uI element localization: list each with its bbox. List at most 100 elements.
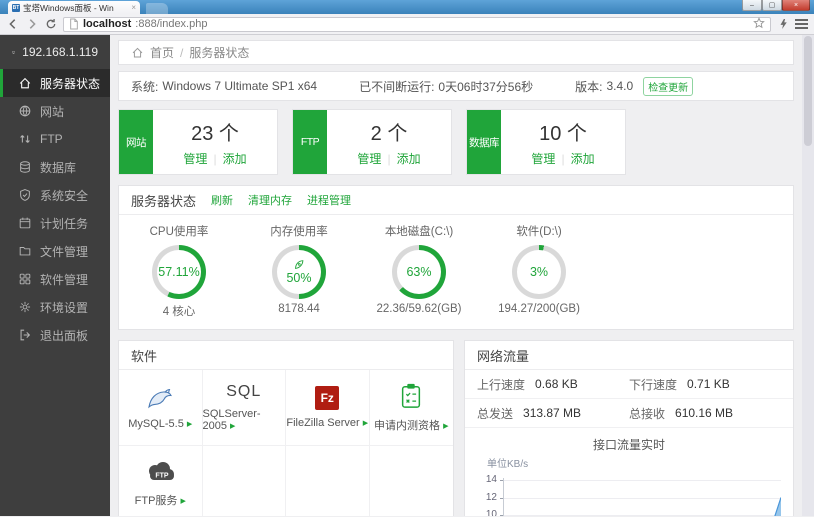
add-website-link[interactable]: 添加 bbox=[223, 152, 247, 166]
window-minimize-button[interactable]: – bbox=[742, 0, 762, 11]
window-close-button[interactable]: × bbox=[782, 0, 810, 11]
window-maximize-button[interactable]: ▢ bbox=[762, 0, 782, 11]
filezilla-icon: Fz bbox=[315, 386, 340, 410]
browser-tab[interactable]: BT 宝塔Windows面板 - Win × bbox=[8, 1, 140, 14]
breadcrumb-home[interactable]: 首页 bbox=[150, 44, 174, 61]
calendar-icon bbox=[19, 217, 31, 229]
rocket-icon bbox=[295, 260, 304, 269]
grid-icon bbox=[19, 273, 31, 285]
main-content: 首页 / 服务器状态 系统: Windows 7 Ultimate SP1 x64… bbox=[110, 35, 802, 516]
manage-websites-link[interactable]: 管理 bbox=[183, 152, 207, 166]
url-host: localhost bbox=[83, 18, 132, 30]
refresh-link[interactable]: 刷新 bbox=[211, 192, 233, 208]
logout-icon bbox=[20, 329, 31, 341]
ftp-transfer-icon bbox=[20, 135, 30, 143]
url-path: :888/index.php bbox=[135, 18, 208, 30]
refresh-icon[interactable] bbox=[44, 17, 58, 31]
tab-close-icon[interactable]: × bbox=[131, 3, 136, 12]
process-manager-link[interactable]: 进程管理 bbox=[307, 192, 351, 208]
sidebar-item-database[interactable]: 数据库 bbox=[0, 153, 110, 181]
sidebar-item-files[interactable]: 文件管理 bbox=[0, 237, 110, 265]
ftp-cloud-icon: FTP bbox=[149, 462, 175, 480]
home-icon bbox=[19, 77, 31, 89]
browser-menu-icon[interactable] bbox=[795, 19, 808, 29]
software-cell-empty bbox=[370, 446, 454, 516]
browser-window: BT 宝塔Windows面板 - Win × – ▢ × localhost:8… bbox=[0, 0, 814, 517]
sql-text-icon: SQL bbox=[226, 383, 262, 400]
mysql-dolphin-icon bbox=[148, 388, 173, 409]
page-icon bbox=[70, 18, 78, 30]
upload-speed: 0.68 KB bbox=[535, 377, 578, 391]
bookmark-star-icon[interactable] bbox=[753, 16, 765, 32]
window-controls: – ▢ × bbox=[742, 0, 810, 11]
sidebar-item-cron[interactable]: 计划任务 bbox=[0, 209, 110, 237]
tab-favicon-bt-icon: BT bbox=[12, 3, 20, 12]
software-item-ftp-service[interactable]: FTP FTP服务 ▶ bbox=[119, 446, 203, 516]
ftp-count: 2 个 bbox=[370, 123, 408, 145]
network-traffic-panel: 网络流量 上行速度 0.68 KB 下行速度 0.71 KB 总发送 313.87 M… bbox=[464, 340, 794, 516]
back-icon[interactable] bbox=[6, 17, 20, 31]
system-info: 系统: Windows 7 Ultimate SP1 x64 bbox=[131, 79, 318, 94]
network-title: 网络流量 bbox=[477, 348, 530, 364]
chart-unit-label: 单位KB/s bbox=[487, 459, 529, 470]
check-update-button[interactable]: 检查更新 bbox=[643, 76, 694, 96]
tab-title: 宝塔Windows面板 - Win bbox=[23, 2, 114, 13]
gauge-disk-d: 软件(D:\) 3% 194.27/200(GB) bbox=[498, 226, 580, 315]
browser-toolbar: localhost:888/index.php bbox=[0, 14, 814, 35]
software-cell-empty bbox=[203, 446, 286, 516]
home-icon bbox=[132, 47, 143, 58]
add-ftp-link[interactable]: 添加 bbox=[397, 152, 421, 166]
software-item-beta[interactable]: 申请内测资格 ▶ bbox=[369, 370, 453, 446]
add-database-link[interactable]: 添加 bbox=[571, 152, 595, 166]
open-arrow-icon: ▶ bbox=[362, 420, 369, 427]
open-arrow-icon: ▶ bbox=[186, 421, 193, 428]
manage-ftp-link[interactable]: 管理 bbox=[357, 152, 381, 166]
manage-database-link[interactable]: 管理 bbox=[531, 152, 555, 166]
card-websites: 网站 23 个 管理 | 添加 bbox=[118, 109, 278, 175]
monitor-icon bbox=[12, 50, 16, 54]
website-count: 23 个 bbox=[191, 123, 239, 145]
software-item-filezilla[interactable]: Fz FileZilla Server ▶ bbox=[286, 370, 370, 446]
address-bar[interactable]: localhost:888/index.php bbox=[63, 16, 771, 32]
server-status-panel: 服务器状态 刷新 清理内存 进程管理 CPU使用率 57.11% 4 核心 内存… bbox=[118, 185, 794, 330]
software-item-mysql[interactable]: MySQL-5.5 ▶ bbox=[119, 370, 203, 446]
breadcrumb: 首页 / 服务器状态 bbox=[118, 40, 794, 65]
sidebar-item-security[interactable]: 系统安全 bbox=[0, 181, 110, 209]
svg-text:FTP: FTP bbox=[156, 473, 170, 480]
version-info: 版本: 3.4.0 检查更新 bbox=[575, 76, 694, 96]
extension-icon[interactable] bbox=[776, 17, 790, 31]
software-title: 软件 bbox=[131, 348, 158, 364]
stat-cards-row: 网站 23 个 管理 | 添加 FTP 2 个 管理 | 添加 数据库 10 个… bbox=[118, 109, 794, 175]
download-speed: 0.71 KB bbox=[687, 377, 730, 391]
system-info-bar: 系统: Windows 7 Ultimate SP1 x64 已不间断运行: 0天0… bbox=[118, 71, 794, 101]
database-icon bbox=[20, 161, 30, 173]
chart-title: 接口流量实时 bbox=[592, 438, 665, 452]
software-item-sqlserver[interactable]: SQL SQLServer-2005 ▶ bbox=[202, 370, 286, 446]
folder-icon bbox=[19, 247, 31, 256]
scrollbar-thumb[interactable] bbox=[804, 36, 812, 146]
sidebar-item-ftp[interactable]: FTP bbox=[0, 125, 110, 153]
shield-icon bbox=[20, 189, 30, 201]
new-tab-button[interactable] bbox=[146, 3, 168, 14]
total-row: 总发送 313.87 MB 总接收 610.16 MB bbox=[465, 399, 793, 428]
browser-titlebar: BT 宝塔Windows面板 - Win × – ▢ × bbox=[0, 0, 814, 14]
sidebar: 192.168.1.119 服务器状态 网站 FTP 数据库 系统安全 计划任务… bbox=[0, 35, 110, 516]
database-count: 10 个 bbox=[539, 123, 587, 145]
sidebar-item-software[interactable]: 软件管理 bbox=[0, 265, 110, 293]
open-arrow-icon: ▶ bbox=[443, 423, 449, 430]
page-scrollbar[interactable] bbox=[802, 35, 814, 516]
speed-row: 上行速度 0.68 KB 下行速度 0.71 KB bbox=[465, 370, 793, 399]
card-tag: 网站 bbox=[119, 110, 153, 174]
clean-memory-link[interactable]: 清理内存 bbox=[248, 192, 292, 208]
sidebar-item-logout[interactable]: 退出面板 bbox=[0, 321, 110, 349]
forward-icon[interactable] bbox=[25, 17, 39, 31]
sidebar-item-settings[interactable]: 环境设置 bbox=[0, 293, 110, 321]
globe-icon bbox=[19, 105, 31, 117]
card-tag: FTP bbox=[293, 110, 327, 174]
gauge-memory: 内存使用率 50% 8178.44 bbox=[270, 226, 328, 315]
server-status-title: 服务器状态 bbox=[131, 193, 197, 209]
sidebar-item-websites[interactable]: 网站 bbox=[0, 97, 110, 125]
server-host: 192.168.1.119 bbox=[0, 35, 110, 69]
software-panel: 软件 MySQL-5.5 ▶ SQL SQLServer-2005 ▶ Fz F… bbox=[118, 340, 454, 516]
sidebar-item-server-status[interactable]: 服务器状态 bbox=[0, 69, 110, 97]
